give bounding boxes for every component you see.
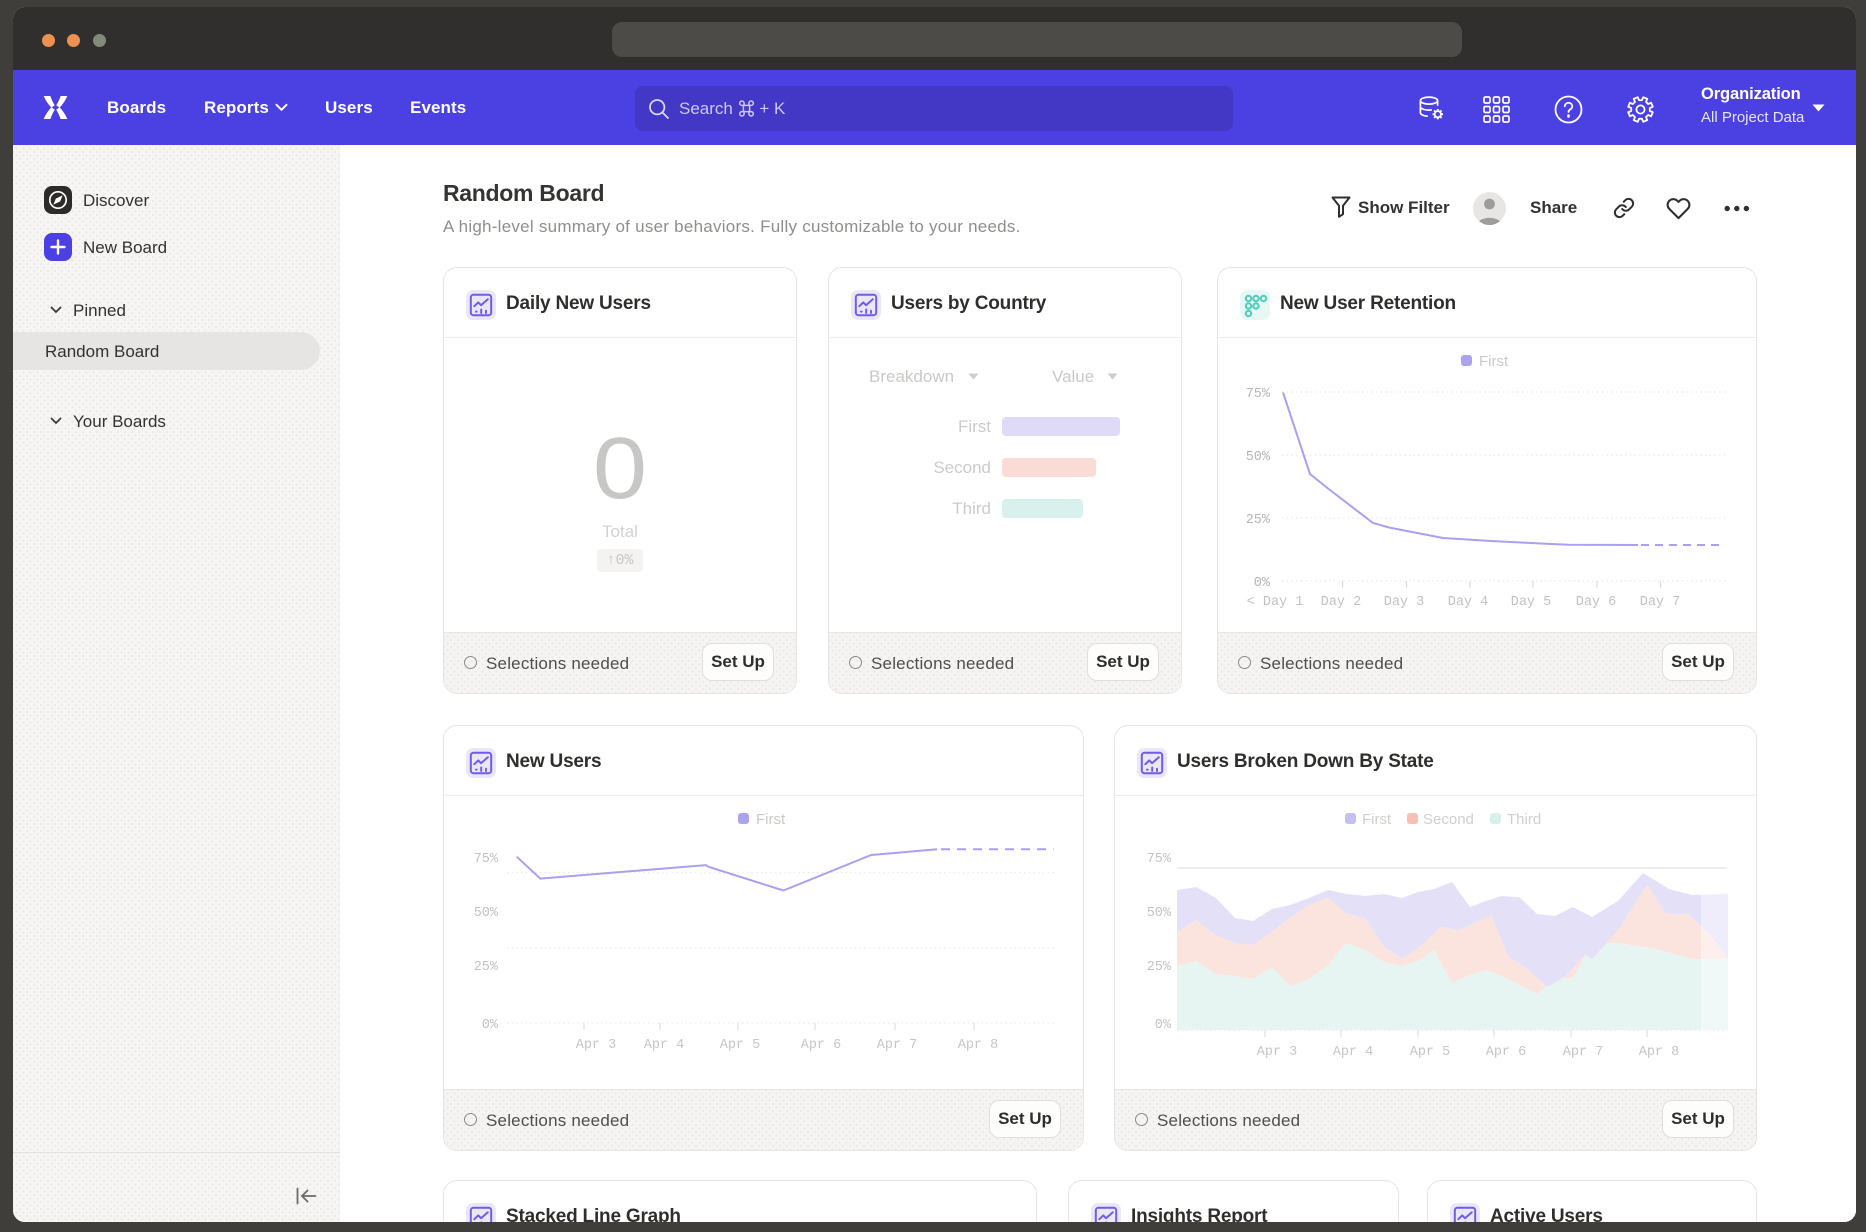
svg-text:Second: Second bbox=[1423, 811, 1474, 828]
svg-text:50%: 50% bbox=[474, 906, 499, 921]
svg-text:Apr 8: Apr 8 bbox=[1639, 1045, 1680, 1060]
svg-text:Day 5: Day 5 bbox=[1511, 595, 1552, 610]
svg-text:75%: 75% bbox=[1147, 852, 1172, 867]
svg-text:75%: 75% bbox=[1246, 387, 1271, 402]
svg-text:50%: 50% bbox=[1147, 906, 1172, 921]
svg-text:25%: 25% bbox=[1246, 513, 1271, 528]
svg-text:25%: 25% bbox=[474, 960, 499, 975]
svg-text:Apr 8: Apr 8 bbox=[958, 1038, 999, 1053]
svg-text:Apr 5: Apr 5 bbox=[1410, 1045, 1451, 1060]
svg-text:Apr 3: Apr 3 bbox=[1257, 1045, 1298, 1060]
svg-text:Apr 6: Apr 6 bbox=[801, 1038, 842, 1053]
svg-text:Apr 7: Apr 7 bbox=[1563, 1045, 1604, 1060]
svg-text:Apr 6: Apr 6 bbox=[1486, 1045, 1527, 1060]
svg-text:First: First bbox=[756, 811, 786, 828]
svg-text:Apr 4: Apr 4 bbox=[644, 1038, 685, 1053]
svg-text:50%: 50% bbox=[1246, 450, 1271, 465]
svg-text:Day 4: Day 4 bbox=[1448, 595, 1489, 610]
svg-text:Day 6: Day 6 bbox=[1576, 595, 1617, 610]
svg-text:75%: 75% bbox=[474, 852, 499, 867]
svg-text:First: First bbox=[1479, 353, 1509, 370]
svg-text:Third: Third bbox=[1507, 811, 1541, 828]
svg-text:Apr 5: Apr 5 bbox=[720, 1038, 761, 1053]
svg-text:0%: 0% bbox=[1155, 1018, 1172, 1033]
svg-text:Day 3: Day 3 bbox=[1384, 595, 1425, 610]
svg-text:First: First bbox=[1362, 811, 1392, 828]
svg-text:Apr 3: Apr 3 bbox=[576, 1038, 617, 1053]
svg-text:Day 7: Day 7 bbox=[1640, 595, 1681, 610]
svg-text:0%: 0% bbox=[482, 1018, 499, 1033]
svg-text:Apr 7: Apr 7 bbox=[877, 1038, 918, 1053]
svg-text:< Day 1: < Day 1 bbox=[1247, 595, 1304, 610]
svg-text:Apr 4: Apr 4 bbox=[1333, 1045, 1374, 1060]
svg-text:0%: 0% bbox=[1254, 576, 1271, 591]
svg-text:Day 2: Day 2 bbox=[1321, 595, 1362, 610]
svg-text:25%: 25% bbox=[1147, 960, 1172, 975]
